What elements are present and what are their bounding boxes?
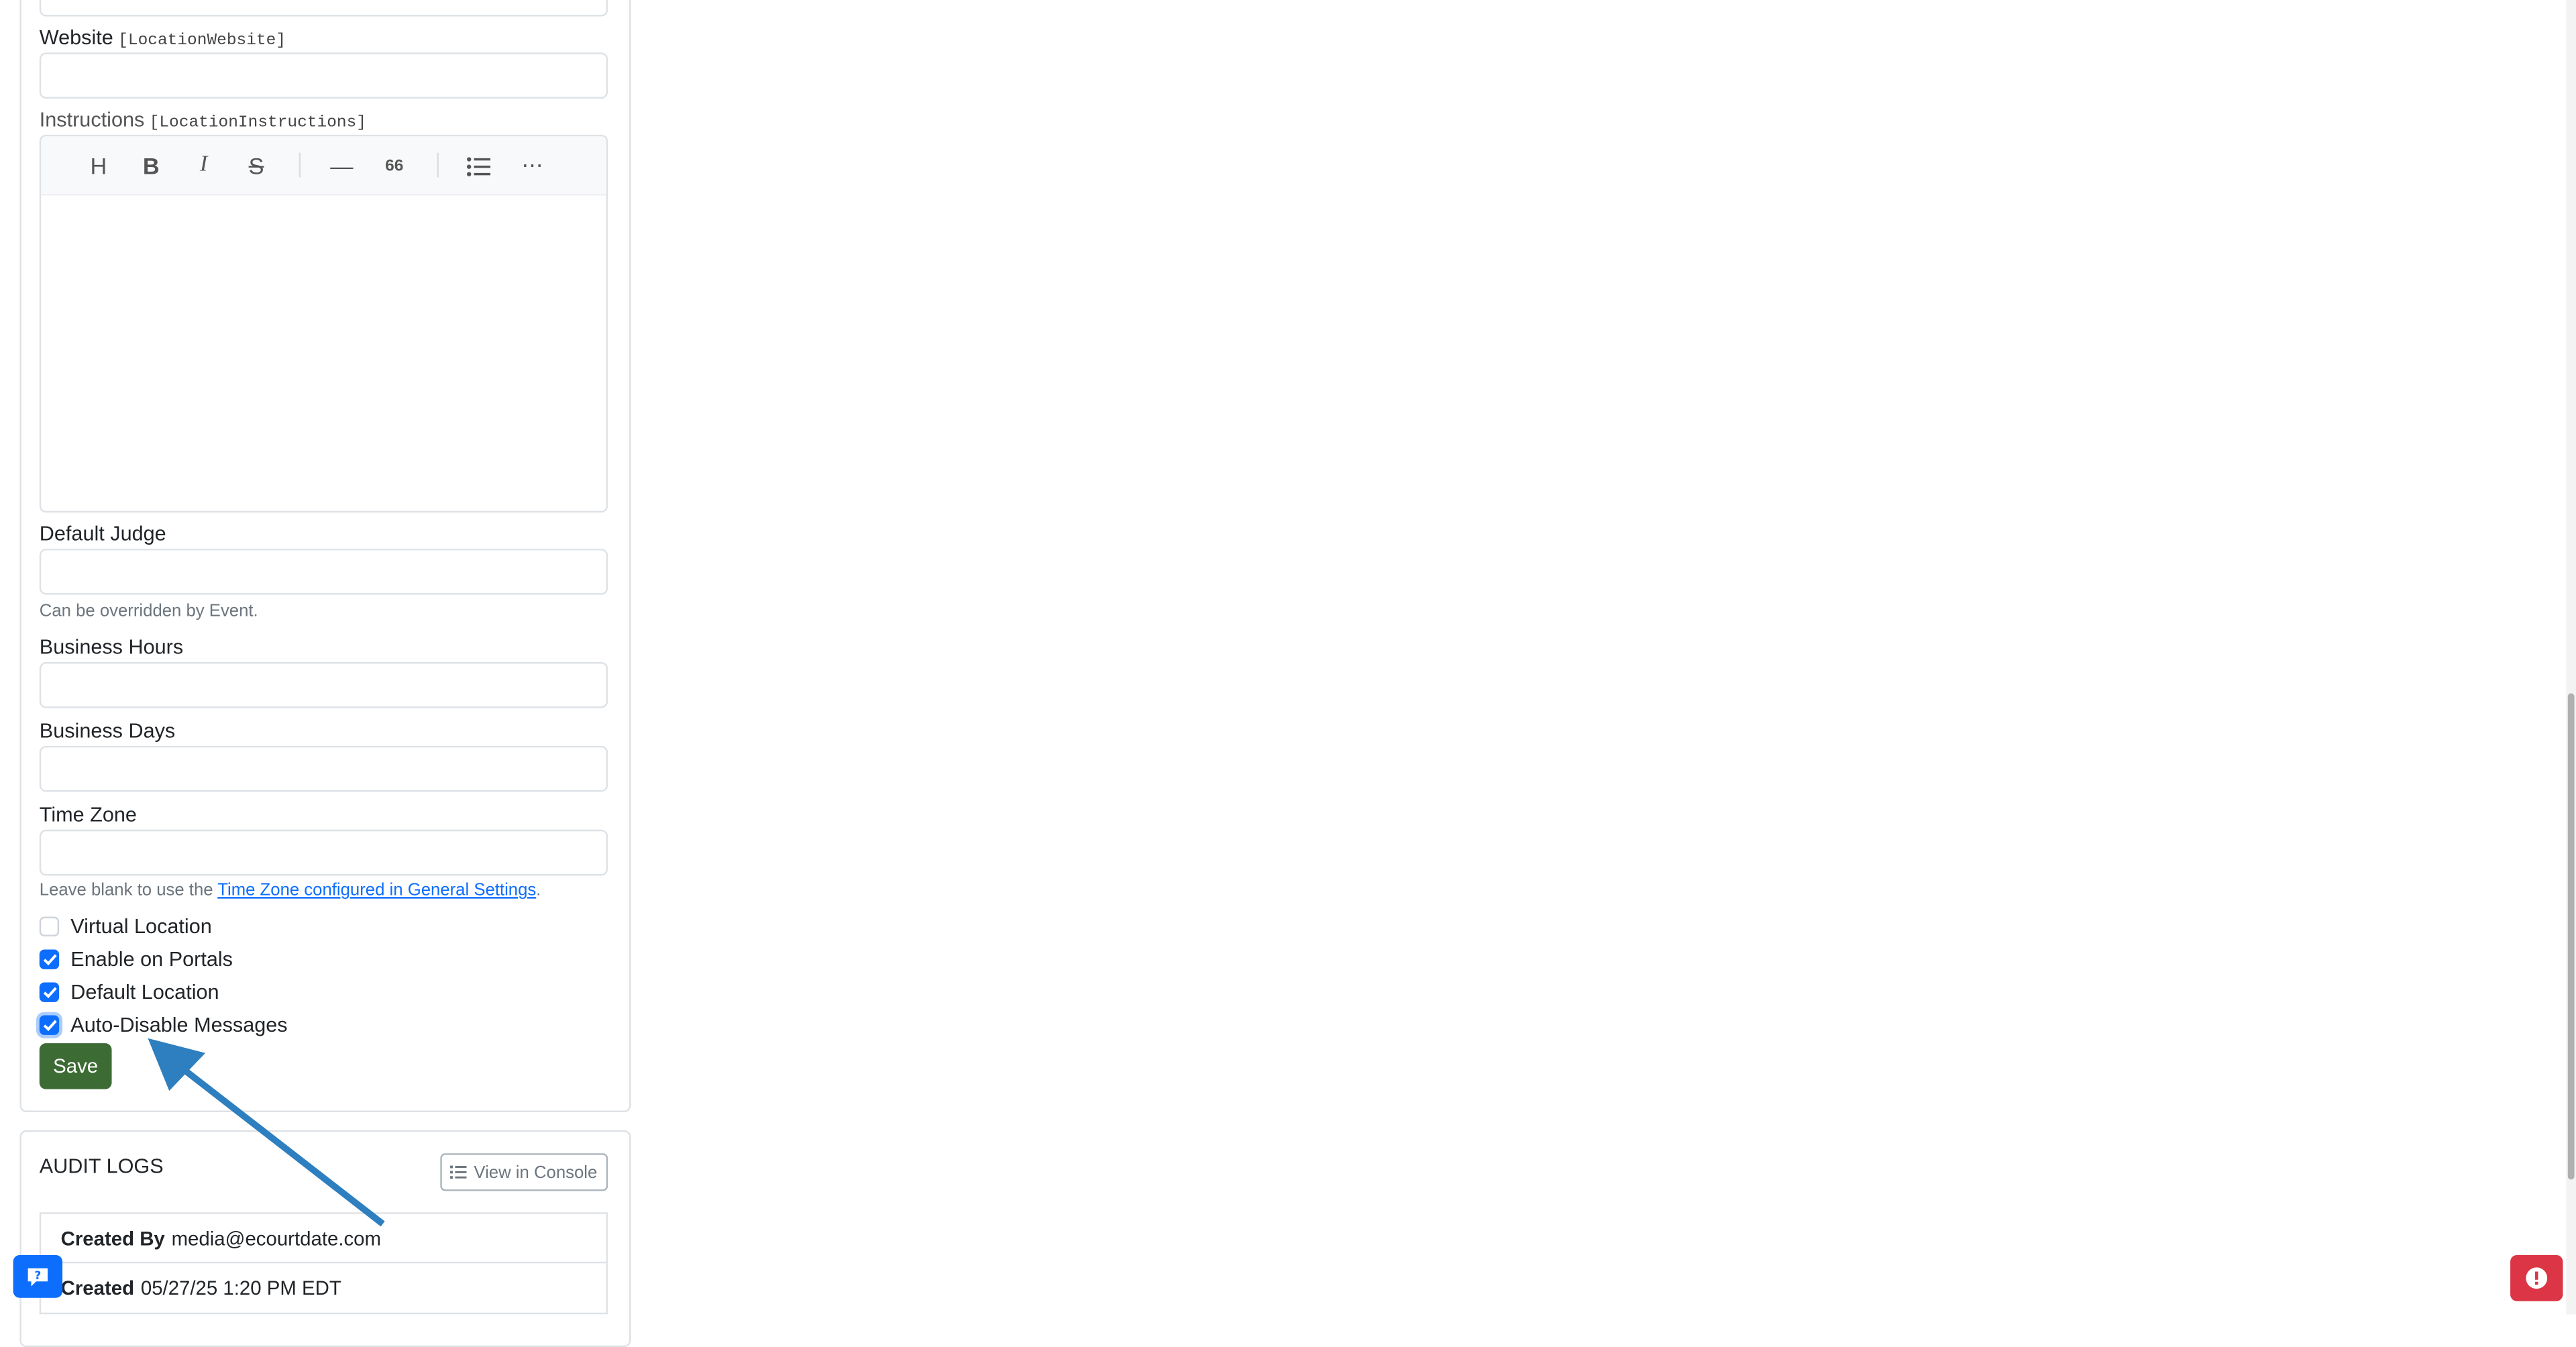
annotation-arrow — [148, 1038, 385, 1227]
scrollbar-thumb[interactable] — [2567, 693, 2575, 1180]
chat-help-icon: ? — [28, 1267, 48, 1286]
svg-text:?: ? — [34, 1269, 41, 1282]
help-chat-button[interactable]: ? — [13, 1255, 63, 1298]
error-report-button[interactable] — [2510, 1255, 2563, 1301]
alert-icon — [2526, 1267, 2548, 1289]
page: Website [LocationWebsite] Instructions [Lo… — [0, 0, 2576, 1347]
